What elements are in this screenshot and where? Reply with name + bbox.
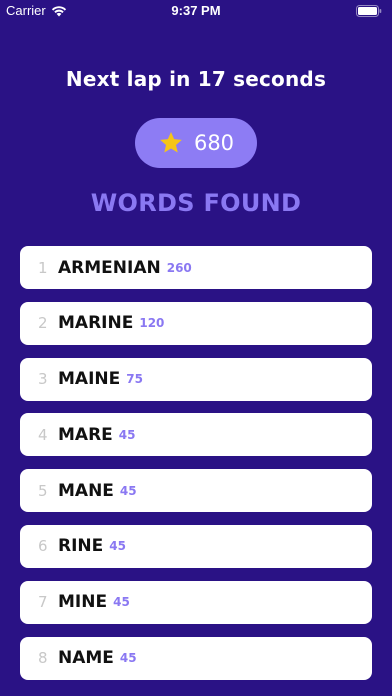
word-rank: 8 <box>38 649 48 668</box>
status-time: 9:37 PM <box>171 3 221 18</box>
word-points: 45 <box>118 427 136 442</box>
word-row: 4 MARE 45 <box>20 413 372 457</box>
word-text: MAINE <box>58 369 121 390</box>
word-row: 1 ARMENIAN 260 <box>20 246 372 289</box>
word-text: RINE <box>58 536 104 557</box>
word-points: 45 <box>119 483 137 498</box>
word-list: 1 ARMENIAN 260 2 MARINE 120 3 MAINE 75 4… <box>20 246 372 692</box>
word-text: ARMENIAN <box>58 257 161 278</box>
word-points: 75 <box>126 372 143 387</box>
word-points: 45 <box>109 539 126 554</box>
word-rank: 4 <box>38 425 48 444</box>
word-rank: 6 <box>38 537 48 556</box>
word-points: 45 <box>113 595 130 610</box>
word-text: MANE <box>58 480 114 501</box>
word-rank: 3 <box>38 370 48 389</box>
word-row: 8 NAME 45 <box>20 636 372 680</box>
word-row: 5 MANE 45 <box>20 469 372 513</box>
word-points: 45 <box>119 651 137 666</box>
words-found-heading: WORDS FOUND <box>90 189 302 217</box>
score-value: 680 <box>193 131 235 155</box>
word-text: MINE <box>58 592 108 613</box>
word-row: 6 RINE 45 <box>20 524 372 568</box>
word-rank: 7 <box>38 593 48 612</box>
word-rank: 5 <box>38 481 48 500</box>
word-points: 120 <box>139 316 165 331</box>
score-badge: 680 <box>135 118 257 168</box>
word-row: 3 MAINE 75 <box>20 357 372 401</box>
word-row: 2 MARINE 120 <box>20 301 372 345</box>
word-points: 260 <box>166 260 192 275</box>
word-text: MARE <box>58 424 113 445</box>
countdown-text: Next lap in 17 seconds <box>65 67 327 91</box>
word-text: MARINE <box>58 313 134 334</box>
word-row: 7 MINE 45 <box>20 580 372 624</box>
word-rank: 2 <box>38 314 48 333</box>
star-icon <box>160 131 182 153</box>
word-rank: 1 <box>38 258 48 277</box>
battery-icon <box>356 5 382 17</box>
word-text: NAME <box>58 648 114 669</box>
status-bar: Carrier 9:37 PM <box>0 0 392 22</box>
